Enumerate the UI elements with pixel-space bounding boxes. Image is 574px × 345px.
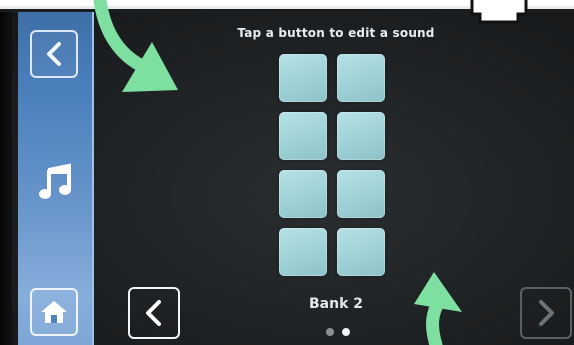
sound-pad-7[interactable] [279,228,327,276]
bank-label: Bank 2 [308,296,363,312]
sidebar [18,12,94,345]
previous-bank-button[interactable] [128,287,180,339]
chevron-right-icon [539,300,554,326]
annotation-shape [470,0,528,24]
music-note-icon [39,163,71,199]
back-button[interactable] [30,30,78,78]
page-dot-1 [326,328,334,336]
sound-pad-2[interactable] [337,54,385,102]
sound-pad-6[interactable] [337,170,385,218]
screen-edge [0,12,12,345]
instruction-text: Tap a button to edit a sound [237,26,435,40]
next-bank-button[interactable] [520,287,572,339]
home-button[interactable] [30,288,78,336]
touchscreen: Tap a button to edit a sound Bank 2 [12,12,574,345]
chevron-left-icon [146,300,161,326]
page-dot-2-active [342,328,350,336]
sounds-button[interactable] [34,160,78,204]
sound-pad-5[interactable] [279,170,327,218]
home-icon [41,301,67,323]
sound-pad-4[interactable] [337,112,385,160]
sound-pad-3[interactable] [279,112,327,160]
device-photo: Tap a button to edit a sound Bank 2 [0,0,574,345]
chevron-left-icon [47,42,61,66]
sound-pad-1[interactable] [279,54,327,102]
sound-pad-8[interactable] [337,228,385,276]
